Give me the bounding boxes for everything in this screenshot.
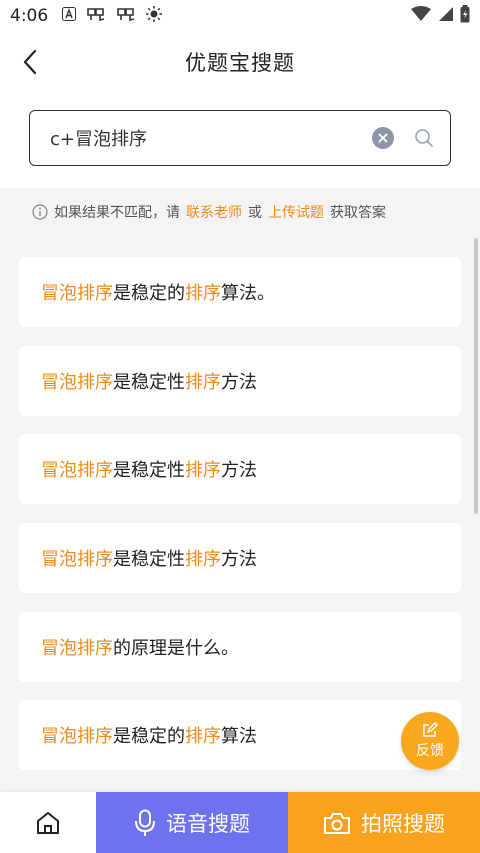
chevron-left-icon: [23, 49, 37, 75]
photo-search-label: 拍照搜题: [361, 811, 445, 836]
result-card[interactable]: 冒泡排序 是稳定性 排序 方法: [19, 523, 461, 593]
search-button[interactable]: [412, 126, 436, 150]
page-title: 优题宝搜题: [185, 51, 295, 75]
result-highlight: 冒泡排序: [41, 460, 113, 481]
feedback-button[interactable]: 反馈: [401, 712, 459, 770]
status-time: 4:06: [10, 6, 49, 26]
signal-icon: [438, 6, 454, 27]
result-text: 方法: [221, 460, 257, 481]
edit-icon: [423, 722, 438, 737]
result-highlight: 排序: [185, 460, 221, 481]
result-text: 方法: [221, 549, 257, 570]
notification-app-icon: [86, 6, 106, 26]
result-text: 的原理是什么。: [113, 638, 239, 659]
result-card[interactable]: 冒泡排序 是稳定的 排序 算法: [19, 700, 461, 770]
result-highlight: 排序: [185, 283, 221, 304]
wifi-icon: [410, 5, 432, 27]
result-text: 是稳定的: [113, 283, 185, 304]
result-text: 算法: [221, 726, 257, 747]
voice-search-button[interactable]: 语音搜题: [96, 792, 288, 853]
result-highlight: 排序: [185, 549, 221, 570]
result-text: 方法: [221, 372, 257, 393]
result-highlight: 冒泡排序: [41, 549, 113, 570]
notification-a-icon: [62, 7, 77, 25]
result-card[interactable]: 冒泡排序 是稳定性 排序 方法: [19, 346, 461, 416]
result-highlight: 排序: [185, 726, 221, 747]
bottom-bar: 语音搜题 拍照搜题: [0, 792, 480, 853]
contact-teacher-link[interactable]: 联系老师: [186, 202, 242, 222]
app-header: 优题宝搜题: [0, 32, 480, 92]
feedback-label: 反馈: [416, 743, 444, 759]
search-icon: [415, 129, 433, 147]
info-icon: [32, 204, 48, 220]
voice-search-label: 语音搜题: [166, 811, 250, 836]
scrollbar[interactable]: [474, 238, 478, 514]
back-button[interactable]: [14, 46, 46, 78]
home-button[interactable]: [0, 792, 96, 853]
notification-app-icon: [116, 6, 136, 26]
result-highlight: 冒泡排序: [41, 372, 113, 393]
notice-suffix: 获取答案: [330, 205, 386, 221]
clear-button[interactable]: [372, 127, 394, 149]
result-card[interactable]: 冒泡排序 是稳定性 排序 方法: [19, 434, 461, 504]
search-section: c+冒泡排序: [0, 92, 480, 188]
results-list: 冒泡排序 是稳定的 排序 算法。 冒泡排序 是稳定性 排序 方法 冒泡排序 是稳定性 排序 方法 …: [0, 236, 480, 786]
search-query-text[interactable]: c+冒泡排序: [50, 125, 372, 151]
clear-icon: [378, 133, 388, 143]
search-notice: 如果结果不匹配，请 联系老师 或 上传试题 获取答案: [0, 188, 480, 236]
result-text: 是稳定性: [113, 372, 185, 393]
result-highlight: 冒泡排序: [41, 638, 113, 659]
notice-prefix: 如果结果不匹配，请: [54, 205, 180, 221]
result-text: 是稳定的: [113, 726, 185, 747]
search-input[interactable]: c+冒泡排序: [29, 110, 451, 166]
camera-icon: [324, 812, 350, 834]
upload-question-link[interactable]: 上传试题: [268, 202, 324, 222]
notice-or: 或: [248, 205, 262, 221]
result-text: 是稳定性: [113, 549, 185, 570]
result-highlight: 冒泡排序: [41, 726, 113, 747]
result-text: 是稳定性: [113, 460, 185, 481]
brightness-icon: [146, 6, 163, 26]
home-icon: [37, 811, 59, 834]
battery-icon: [460, 4, 470, 28]
result-card[interactable]: 冒泡排序 的原理是什么。: [19, 612, 461, 682]
result-highlight: 冒泡排序: [41, 283, 113, 304]
result-highlight: 排序: [185, 372, 221, 393]
mic-icon: [135, 809, 155, 836]
result-text: 算法。: [221, 283, 275, 304]
photo-search-button[interactable]: 拍照搜题: [288, 792, 480, 853]
result-card[interactable]: 冒泡排序 是稳定的 排序 算法。: [19, 257, 461, 327]
status-bar: 4:06: [0, 0, 480, 32]
